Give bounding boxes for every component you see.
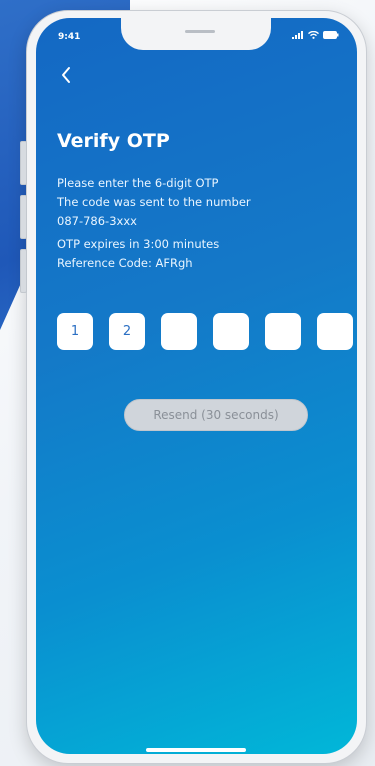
signal-icon [292, 31, 303, 39]
resend-button[interactable]: Resend (30 seconds) [124, 399, 308, 431]
status-time: 9:41 [58, 32, 81, 42]
back-button[interactable] [60, 66, 72, 89]
side-button [20, 141, 27, 185]
home-indicator[interactable] [146, 748, 246, 752]
status-icons [292, 31, 339, 39]
otp-digit-5[interactable] [265, 313, 301, 350]
page-title: Verify OTP [57, 130, 170, 152]
otp-digit-1[interactable]: 1 [57, 313, 93, 350]
side-button [20, 249, 27, 293]
phone-notch [121, 18, 271, 50]
wifi-icon [308, 31, 319, 39]
otp-expiry-text: OTP expires in 3:00 minutes [57, 237, 220, 251]
otp-digit-6[interactable] [317, 313, 353, 350]
otp-instructions: Please enter the 6-digit OTP The code wa… [57, 174, 251, 273]
chevron-left-icon [62, 67, 70, 83]
side-button [20, 195, 27, 239]
phone-number-text: 087-786-3xxx [57, 214, 137, 228]
otp-digit-4[interactable] [213, 313, 249, 350]
otp-input-row: 1 2 [57, 313, 353, 350]
otp-digit-3[interactable] [161, 313, 197, 350]
battery-icon [323, 31, 339, 39]
otp-digit-2[interactable]: 2 [109, 313, 145, 350]
reference-code-text: Reference Code: AFRgh [57, 256, 193, 270]
instruction-line: Please enter the 6-digit OTP [57, 176, 219, 190]
speaker-grille [185, 30, 215, 33]
instruction-line: The code was sent to the number [57, 195, 251, 209]
app-screen: 9:41 Verify OTP Please enter the 6-digit… [36, 18, 357, 754]
